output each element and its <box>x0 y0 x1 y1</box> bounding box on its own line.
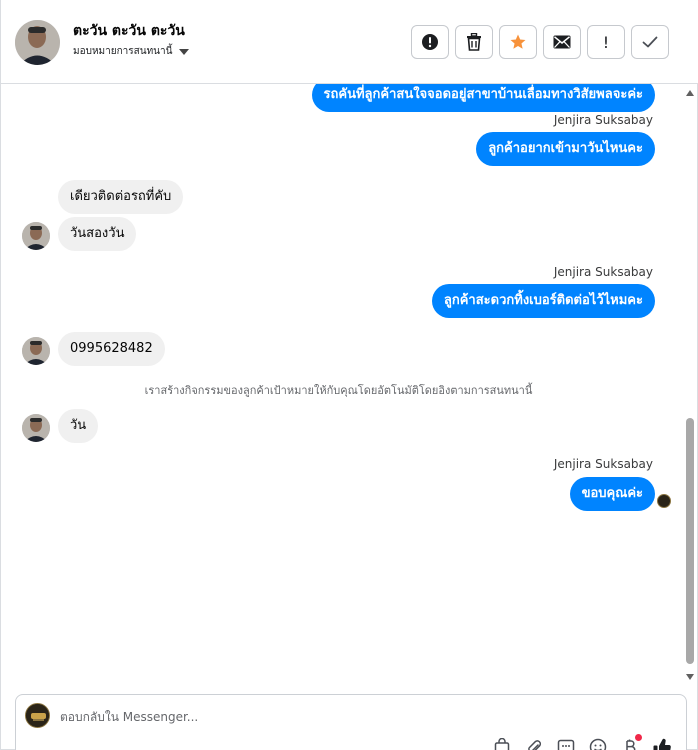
star-icon <box>510 34 526 49</box>
spam-button[interactable] <box>411 25 449 59</box>
notification-dot <box>635 734 642 741</box>
incoming-message[interactable]: วันสองวัน <box>58 217 137 251</box>
saved-replies-icon[interactable] <box>556 737 576 750</box>
outgoing-message[interactable]: รถคันที่ลูกค้าสนใจจอดอยู่สาขาบ้านเลื่อมท… <box>311 84 655 112</box>
assign-label: มอบหมายการสนทนานี้ <box>73 46 173 57</box>
contact-avatar-small[interactable] <box>22 414 50 442</box>
scroll-down-arrow-icon[interactable] <box>686 674 694 680</box>
system-note: เราสร้างกิจกรรมของลูกค้าเป้าหมายให้กับคุ… <box>144 384 533 397</box>
mark-done-button[interactable] <box>631 25 669 59</box>
baht-icon[interactable] <box>620 734 642 750</box>
sender-name: Jenjira Suksabay <box>553 265 653 279</box>
caret-down-icon <box>179 48 190 55</box>
alert-circle-icon <box>422 34 438 50</box>
exclamation-icon: ! <box>602 32 610 52</box>
contact-avatar[interactable] <box>15 20 60 65</box>
checkmark-icon <box>642 36 658 48</box>
mark-unread-button[interactable] <box>543 25 581 59</box>
thread-scrollbar[interactable] <box>683 84 697 684</box>
outgoing-message[interactable]: ลูกค้าอยากเข้ามาวันไหนคะ <box>476 132 655 166</box>
assign-conversation-dropdown[interactable]: มอบหมายการสนทนานี้ <box>73 44 190 59</box>
incoming-message[interactable]: เดียวติดต่อรถที่คับ <box>58 180 184 214</box>
conversation-header: ตะวัน ตะวัน ตะวัน มอบหมายการสนทนานี้ ! <box>1 0 698 84</box>
incoming-message[interactable]: 0995628482 <box>58 332 165 366</box>
follow-up-button[interactable]: ! <box>587 25 625 59</box>
scroll-up-arrow-icon[interactable] <box>686 90 694 96</box>
envelope-icon <box>553 35 571 49</box>
reply-input[interactable] <box>60 707 620 727</box>
shopping-bag-icon[interactable] <box>492 737 512 750</box>
incoming-message[interactable]: วัน <box>58 409 99 443</box>
contact-name[interactable]: ตะวัน ตะวัน ตะวัน <box>73 20 185 42</box>
conversation-panel: ตะวัน ตะวัน ตะวัน มอบหมายการสนทนานี้ ! ร… <box>0 0 698 750</box>
outgoing-message[interactable]: ลูกค้าสะดวกทิ้งเบอร์ติดต่อไว้ไหมคะ <box>431 284 655 318</box>
thumbs-up-icon[interactable] <box>652 737 672 750</box>
star-button[interactable] <box>499 25 537 59</box>
composer-toolbar <box>492 734 672 750</box>
sender-name: Jenjira Suksabay <box>553 113 653 127</box>
page-avatar <box>25 703 50 728</box>
seen-indicator-avatar <box>657 494 671 508</box>
sender-name: Jenjira Suksabay <box>553 457 653 471</box>
contact-avatar-small[interactable] <box>22 337 50 365</box>
trash-icon <box>467 33 481 51</box>
emoji-icon[interactable] <box>588 737 608 750</box>
contact-avatar-small[interactable] <box>22 222 50 250</box>
outgoing-message[interactable]: ขอบคุณค่ะ <box>569 477 655 511</box>
conversation-actions: ! <box>411 25 669 59</box>
paperclip-icon[interactable] <box>524 737 544 750</box>
delete-button[interactable] <box>455 25 493 59</box>
scrollbar-thumb[interactable] <box>686 418 694 664</box>
message-thread[interactable]: รถคันที่ลูกค้าสนใจจอดอยู่สาขาบ้านเลื่อมท… <box>1 84 698 684</box>
reply-composer <box>15 694 687 750</box>
